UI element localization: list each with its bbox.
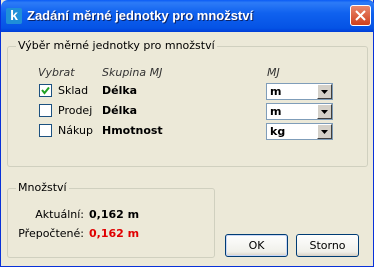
header-unit: MJ	[267, 66, 280, 79]
row-group-prodej: Délka	[102, 104, 138, 117]
converted-value: 0,162 m	[89, 227, 140, 240]
converted-label: Přepočtené:	[18, 227, 84, 240]
dropdown-arrow-icon[interactable]	[317, 84, 332, 99]
unit-select-value: m	[270, 85, 282, 98]
header-select: Vybrat	[38, 66, 75, 79]
row-group-nakup: Hmotnost	[102, 124, 163, 137]
app-icon: k	[6, 8, 22, 24]
close-button[interactable]	[350, 5, 371, 26]
row-label-sklad: Sklad	[58, 84, 89, 97]
cancel-button[interactable]: Storno	[296, 234, 359, 257]
close-icon	[355, 10, 366, 21]
title-bar[interactable]: k Zadání měrné jednotky pro množství	[1, 0, 374, 32]
unit-selection-group: Výběr měrné jednotky pro množství Vybrat…	[7, 39, 368, 167]
unit-selection-group-label: Výběr měrné jednotky pro množství	[16, 39, 217, 52]
unit-select-prodej[interactable]: m	[266, 103, 333, 120]
row-label-nakup: Nákup	[58, 124, 93, 137]
dialog-window: k Zadání měrné jednotky pro množství Výb…	[0, 0, 374, 267]
unit-select-nakup[interactable]: kg	[266, 123, 333, 140]
checkbox-prodej[interactable]	[39, 104, 52, 117]
unit-select-sklad[interactable]: m	[266, 83, 333, 100]
quantity-group: Množství Aktuální: 0,162 m Přepočtené: 0…	[7, 181, 215, 258]
checkbox-sklad[interactable]	[39, 84, 52, 97]
checkbox-nakup[interactable]	[39, 124, 52, 137]
header-unit-group: Skupina MJ	[102, 66, 163, 79]
ok-button[interactable]: OK	[225, 234, 288, 257]
dropdown-arrow-icon[interactable]	[317, 104, 332, 119]
current-value: 0,162 m	[89, 208, 140, 221]
quantity-group-label: Množství	[16, 181, 69, 194]
unit-select-value: kg	[270, 125, 286, 138]
unit-select-value: m	[270, 105, 282, 118]
check-icon	[41, 86, 50, 95]
dropdown-arrow-icon[interactable]	[317, 124, 332, 139]
window-title: Zadání měrné jednotky pro množství	[27, 8, 254, 23]
row-label-prodej: Prodej	[58, 104, 93, 117]
current-label: Aktuální:	[35, 208, 84, 221]
row-group-sklad: Délka	[102, 84, 138, 97]
